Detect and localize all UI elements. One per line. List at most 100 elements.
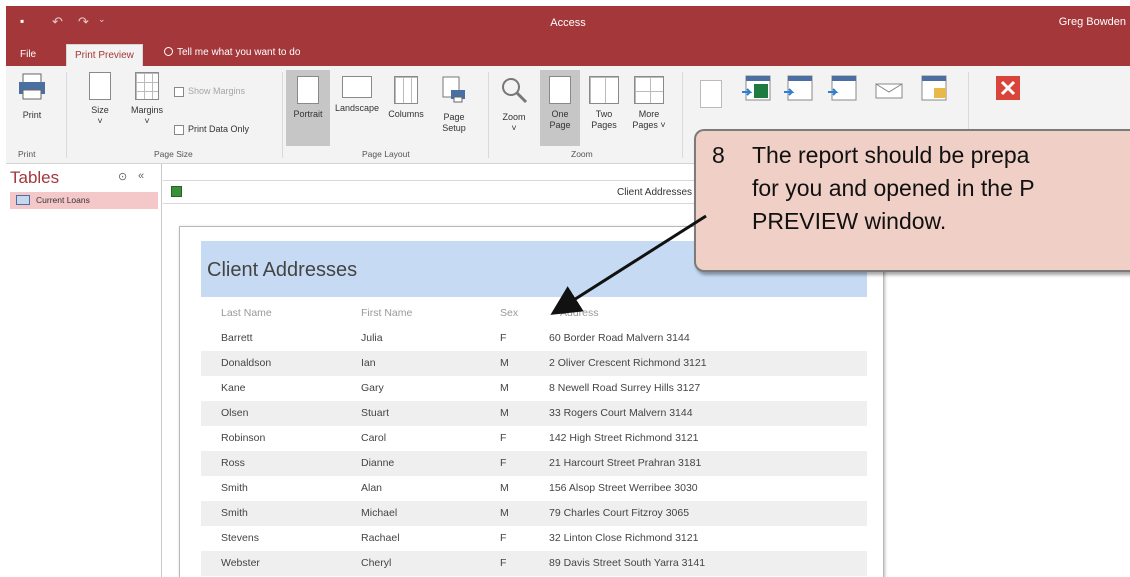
cell-sex: F [500,532,507,544]
margins-button[interactable]: Margins ˅ [126,72,168,127]
column-header-last-name: Last Name [221,307,272,319]
portrait-icon [297,76,319,104]
cell-last-name: Donaldson [221,357,272,369]
cell-address: 89 Davis Street South Yarra 3141 [549,557,706,569]
nav-title[interactable]: Tables [10,168,59,188]
checkbox-icon [174,86,184,97]
cell-last-name: Ross [221,457,245,469]
close-print-preview-button[interactable] [988,74,1028,110]
collapse-pane-icon[interactable]: « [138,170,144,182]
cell-address: 33 Rogers Court Malvern 3144 [549,407,693,419]
cell-sex: F [500,457,507,469]
tell-me-box[interactable]: Tell me what you want to do [164,40,300,66]
cell-address: 8 Newell Road Surrey Hills 3127 [549,382,701,394]
zoom-label: Zoom [502,112,526,122]
more-export-button[interactable] [916,74,952,112]
more-pages-icon [634,76,664,104]
column-header-sex: Sex [500,307,519,319]
ribbon-tabs: File Print Preview Tell me what you want… [6,40,1130,66]
callout-step-number: 8 [712,142,725,168]
one-page-button[interactable]: One Page [540,70,580,146]
table-row: Ross Dianne F 21 Harcourt Street Prahran 31… [201,451,867,476]
separator [282,72,283,158]
cell-first-name: Julia [361,332,383,344]
table-row: Robinson Carol F 142 High Street Richmond 3… [201,426,867,451]
cell-last-name: Smith [221,482,248,494]
table-row: Barrett Julia F 60 Border Road Malvern 3144 [201,326,867,351]
nav-menu-icon[interactable]: ⊙ [118,170,127,183]
margins-label: Margins [130,105,163,115]
landscape-icon [342,76,372,98]
group-page-layout-label: Page Layout [362,149,410,159]
page-setup-button[interactable]: Page Setup [434,76,474,134]
size-button[interactable]: Size ˅ [86,72,114,127]
export-text-button[interactable] [780,74,816,112]
cell-first-name: Alan [361,482,383,494]
landscape-label: Landscape [334,103,380,113]
columns-label: Columns [388,109,424,119]
user-name[interactable]: Greg Bowden [1059,16,1126,28]
email-icon [875,83,903,99]
zoom-button[interactable]: Zoom ˅ [496,76,532,134]
size-label: Size [91,105,109,115]
show-margins-label: Show Margins [188,86,246,96]
cell-first-name: Michael [361,507,398,519]
pdf-icon [828,75,857,101]
cell-last-name: Olsen [221,407,249,419]
print-button[interactable]: Print [14,72,50,121]
table-row: Webster Cheryl F 89 Davis Street South Yarr… [201,551,867,576]
cell-last-name: Kane [221,382,246,394]
callout-line-3: PREVIEW window. [752,208,947,234]
tell-me-label: Tell me what you want to do [177,47,301,58]
nav-item-current-loans[interactable]: Current Loans [10,192,158,209]
refresh-all-button[interactable] [700,80,722,113]
cell-first-name: Dianne [361,457,395,469]
cell-sex: M [500,482,509,494]
email-button[interactable] [870,74,906,112]
cell-address: 156 Alsop Street Werribee 3030 [549,482,698,494]
cell-address: 60 Border Road Malvern 3144 [549,332,690,344]
table-row: Smith Michael M 79 Charles Court Fitzroy 30… [201,501,867,526]
group-print-label: Print [18,149,36,159]
cell-sex: F [500,332,507,344]
table-row: Olsen Stuart M 33 Rogers Court Malvern 3144 [201,401,867,426]
two-pages-button[interactable]: Two Pages [584,76,624,131]
print-data-only-label: Print Data Only [188,124,250,134]
columns-button[interactable]: Columns [384,76,428,120]
tab-file[interactable]: File [12,44,44,66]
two-pages-label-2: Pages [591,120,617,130]
page-setup-label-1: Page [443,112,465,122]
one-page-label-2: Page [549,120,571,130]
more-pages-button[interactable]: More Pages ˅ [628,76,670,131]
cell-address: 142 High Street Richmond 3121 [549,432,699,444]
access-window: ▪ ↶ ↷ ⌄ Access Greg Bowden File Print Pr… [6,6,1130,577]
report-title: Client Addresses [207,259,358,281]
print-data-only-checkbox[interactable]: Print Data Only [174,124,274,135]
cell-first-name: Gary [361,382,384,394]
more-pages-label-2: Pages ˅ [632,120,666,130]
show-margins-checkbox[interactable]: Show Margins [174,86,274,97]
navigation-pane: Tables ⊙ « Current Loans [6,164,162,577]
export-excel-button[interactable] [738,74,774,112]
cell-sex: F [500,432,507,444]
margins-icon [135,72,159,100]
landscape-button[interactable]: Landscape [332,76,382,114]
more-pages-label-1: More [638,109,660,119]
cell-last-name: Smith [221,507,248,519]
more-export-icon [921,75,947,101]
cell-first-name: Carol [361,432,387,444]
separator [488,72,489,158]
refresh-icon [700,80,722,108]
separator [66,72,67,158]
two-pages-label-1: Two [595,109,613,119]
page-setup-icon [442,76,465,103]
one-page-icon [549,76,571,104]
portrait-button[interactable]: Portrait [286,70,330,146]
export-pdf-button[interactable] [824,74,860,112]
cell-last-name: Webster [221,557,260,569]
cell-last-name: Stevens [221,532,259,544]
tab-print-preview[interactable]: Print Preview [66,44,143,66]
column-header-address: Address [560,307,599,319]
cell-sex: F [500,557,507,569]
group-zoom-label: Zoom [571,149,593,159]
